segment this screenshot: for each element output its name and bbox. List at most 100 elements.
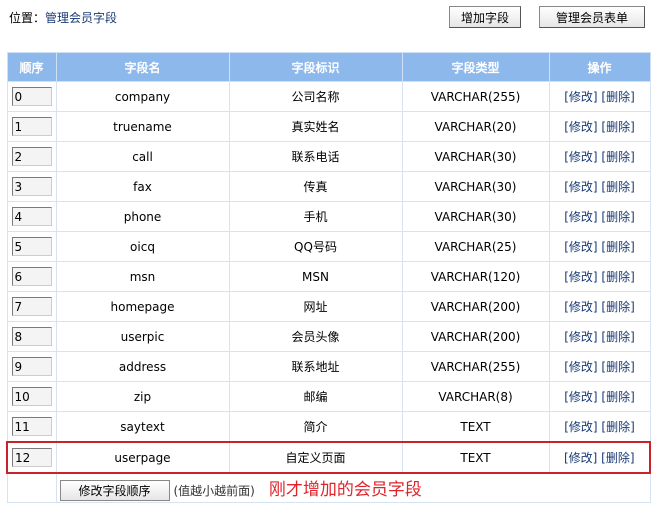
edit-link[interactable]: [修改] (564, 300, 597, 314)
delete-link[interactable]: [删除] (601, 150, 634, 164)
delete-link[interactable]: [删除] (601, 270, 634, 284)
delete-link[interactable]: [删除] (601, 360, 634, 374)
order-cell (6, 111, 57, 142)
edit-link[interactable]: [修改] (564, 360, 597, 374)
actions-cell: [修改] [删除] (548, 321, 651, 352)
reorder-button[interactable]: 修改字段顺序 (59, 480, 170, 501)
actions-cell: [修改] [删除] (548, 141, 651, 172)
field-type: VARCHAR(30) (401, 201, 550, 232)
delete-link[interactable]: [删除] (601, 300, 634, 314)
edit-link[interactable]: [修改] (564, 150, 597, 164)
field-type: VARCHAR(20) (401, 111, 550, 142)
field-type: VARCHAR(255) (401, 81, 550, 112)
edit-link[interactable]: [修改] (564, 330, 597, 344)
order-cell (6, 321, 57, 352)
order-input[interactable] (11, 357, 52, 376)
order-cell (6, 351, 57, 382)
header-actions: 操作 (548, 52, 651, 82)
table-row: oicq QQ号码 VARCHAR(25) [修改] [删除] (6, 231, 651, 262)
order-input[interactable] (11, 87, 52, 106)
actions-cell: [修改] [删除] (548, 291, 651, 322)
order-cell (6, 291, 57, 322)
delete-link[interactable]: [删除] (601, 120, 634, 134)
field-label: 公司名称 (228, 81, 403, 112)
order-input[interactable] (11, 237, 52, 256)
field-name: truename (55, 111, 230, 142)
field-type: VARCHAR(120) (401, 261, 550, 292)
manage-forms-button[interactable]: 管理会员表单 (539, 6, 645, 28)
header-name: 字段名 (55, 52, 230, 82)
breadcrumb-link[interactable]: 管理会员字段 (45, 11, 117, 25)
order-input[interactable] (12, 448, 52, 467)
edit-link[interactable]: [修改] (564, 240, 597, 254)
add-field-button[interactable]: 增加字段 (449, 6, 521, 28)
edit-link[interactable]: [修改] (564, 451, 597, 465)
order-input[interactable] (11, 387, 52, 406)
actions-cell: [修改] [删除] (548, 381, 651, 412)
breadcrumb-label: 位置： (9, 11, 46, 25)
edit-link[interactable]: [修改] (564, 270, 597, 284)
edit-link[interactable]: [修改] (564, 90, 597, 104)
actions-cell: [修改] [删除] (548, 231, 651, 262)
delete-link[interactable]: [删除] (601, 390, 634, 404)
field-type: VARCHAR(255) (401, 351, 550, 382)
delete-link[interactable]: [删除] (601, 451, 634, 465)
delete-link[interactable]: [删除] (601, 240, 634, 254)
order-cell (6, 201, 57, 232)
edit-link[interactable]: [修改] (564, 120, 597, 134)
field-label: 自定义页面 (228, 441, 403, 474)
field-name: phone (55, 201, 230, 232)
order-input[interactable] (11, 117, 52, 136)
table-row: userpic 会员头像 VARCHAR(200) [修改] [删除] (6, 321, 651, 352)
order-cell (6, 231, 57, 262)
order-input[interactable] (11, 297, 52, 316)
field-name: userpage (55, 441, 230, 474)
order-input[interactable] (11, 147, 52, 166)
field-label: 会员头像 (228, 321, 403, 352)
order-cell (6, 381, 57, 412)
delete-link[interactable]: [删除] (601, 330, 634, 344)
table-row: call 联系电话 VARCHAR(30) [修改] [删除] (6, 141, 651, 172)
field-name: call (55, 141, 230, 172)
actions-cell: [修改] [删除] (548, 351, 651, 382)
delete-link[interactable]: [删除] (601, 90, 634, 104)
field-name: company (55, 81, 230, 112)
actions-cell: [修改] [删除] (548, 201, 651, 232)
field-name: zip (55, 381, 230, 412)
order-input[interactable] (11, 177, 52, 196)
delete-link[interactable]: [删除] (601, 210, 634, 224)
field-type: TEXT (401, 441, 550, 474)
order-cell (6, 171, 57, 202)
field-label: QQ号码 (228, 231, 403, 262)
table-row: phone 手机 VARCHAR(30) [修改] [删除] (6, 201, 651, 232)
table-row: company 公司名称 VARCHAR(255) [修改] [删除] (6, 81, 651, 112)
field-type: VARCHAR(25) (401, 231, 550, 262)
field-name: userpic (55, 321, 230, 352)
actions-cell: [修改] [删除] (548, 111, 651, 142)
delete-link[interactable]: [删除] (601, 420, 634, 434)
edit-link[interactable]: [修改] (564, 210, 597, 224)
field-label: 联系地址 (228, 351, 403, 382)
header-order: 顺序 (6, 52, 57, 82)
order-cell (6, 141, 57, 172)
order-input[interactable] (11, 327, 52, 346)
delete-link[interactable]: [删除] (601, 180, 634, 194)
field-type: VARCHAR(30) (401, 141, 550, 172)
order-cell (6, 441, 57, 474)
actions-cell: [修改] [删除] (548, 261, 651, 292)
table-row: fax 传真 VARCHAR(30) [修改] [删除] (6, 171, 651, 202)
table-row: homepage 网址 VARCHAR(200) [修改] [删除] (6, 291, 651, 322)
order-input[interactable] (11, 267, 52, 286)
edit-link[interactable]: [修改] (564, 390, 597, 404)
annotation-text: 刚才增加的会员字段 (268, 480, 422, 500)
field-type: VARCHAR(200) (401, 321, 550, 352)
breadcrumb: 位置：管理会员字段 (9, 9, 117, 26)
field-label: 真实姓名 (228, 111, 403, 142)
field-name: fax (55, 171, 230, 202)
field-type: VARCHAR(200) (401, 291, 550, 322)
order-input[interactable] (11, 417, 52, 436)
edit-link[interactable]: [修改] (564, 420, 597, 434)
edit-link[interactable]: [修改] (564, 180, 597, 194)
order-input[interactable] (11, 207, 52, 226)
field-type: VARCHAR(30) (401, 171, 550, 202)
